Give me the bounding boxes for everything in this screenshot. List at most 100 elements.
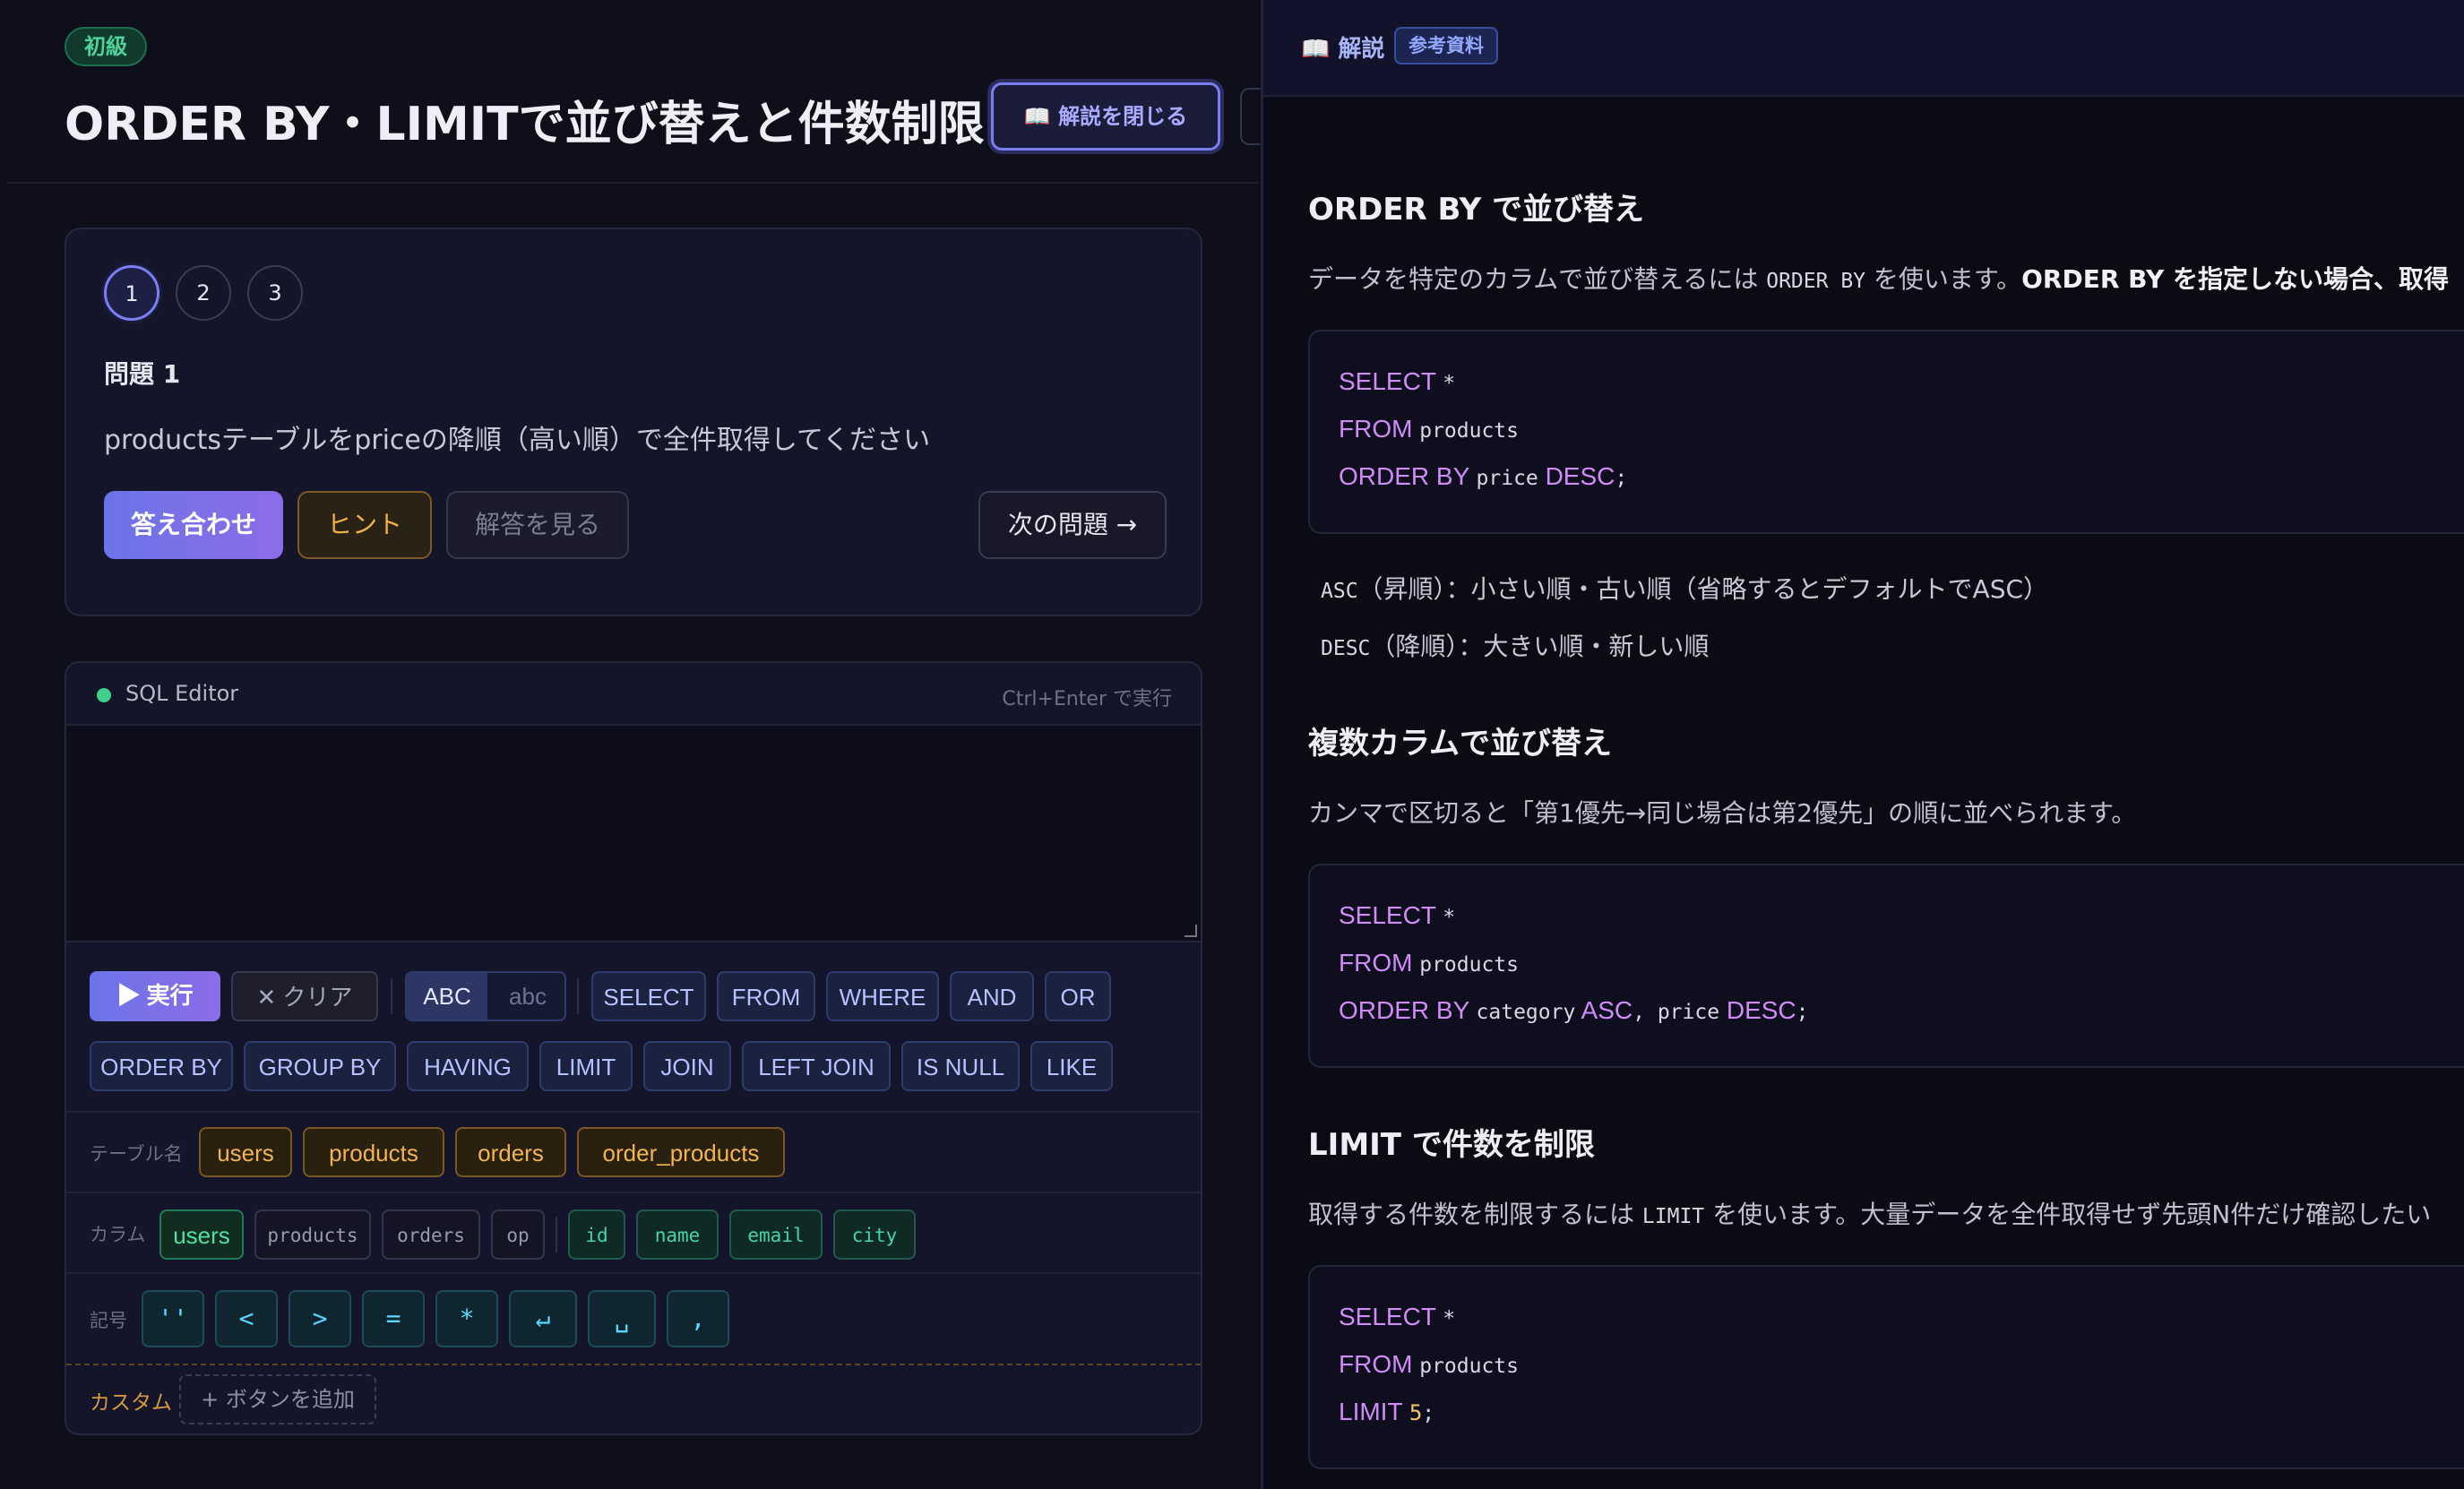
- symbol-equals-button[interactable]: =: [362, 1290, 425, 1347]
- page-title: ORDER BY・LIMITで並び替えと件数制限: [65, 98, 985, 151]
- symbol-less-than-button[interactable]: <: [215, 1290, 278, 1347]
- reference-badge: 参考資料: [1394, 27, 1498, 65]
- code-number: 5: [1409, 1400, 1423, 1425]
- keyword-and-button[interactable]: AND: [950, 971, 1034, 1021]
- code-block-multi-column: SELECT * FROM products ORDER BY category…: [1308, 864, 2464, 1068]
- keyword-is-null-button[interactable]: IS NULL: [901, 1041, 1020, 1091]
- code-token: , price: [1633, 1001, 1720, 1024]
- table-products-button[interactable]: products: [303, 1127, 444, 1177]
- code-line: ORDER BY category ASC, price DESC;: [1339, 996, 1809, 1025]
- question-title: 問題 1: [104, 359, 181, 389]
- code-keyword: FROM: [1339, 949, 1413, 977]
- column-name-button[interactable]: name: [636, 1209, 719, 1260]
- code-keyword: SELECT: [1339, 1303, 1436, 1330]
- column-table-products-tab[interactable]: products: [254, 1209, 371, 1260]
- paragraph-text: （降順）：大きい順・新しい順: [1370, 632, 1710, 661]
- code-line: FROM products: [1339, 415, 1519, 443]
- columns-label: カラム: [90, 1224, 146, 1245]
- step-3[interactable]: 3: [247, 265, 303, 321]
- step-1[interactable]: 1: [104, 265, 159, 321]
- explanation-panel: 📖 解説 参考資料 ORDER BY で並び替え データを特定のカラムで並び替え…: [1261, 0, 2464, 1489]
- section-text-limit: 取得する件数を制限するには LIMIT を使います。大量データを全件取得せず先頭…: [1308, 1195, 2431, 1231]
- code-keyword: DESC: [1545, 462, 1615, 490]
- keyword-select-button[interactable]: SELECT: [591, 971, 706, 1021]
- tables-label: テーブル名: [90, 1143, 183, 1165]
- clear-button[interactable]: ✕ クリア: [231, 971, 378, 1021]
- custom-label: カスタム: [90, 1391, 172, 1415]
- check-answer-button[interactable]: 答え合わせ: [104, 491, 283, 559]
- keyword-having-button[interactable]: HAVING: [407, 1041, 529, 1091]
- keyword-group-by-button[interactable]: GROUP BY: [244, 1041, 396, 1091]
- row-divider: [66, 1272, 1201, 1274]
- toolbar-divider: [577, 978, 579, 1014]
- case-toggle[interactable]: ABC abc: [405, 971, 566, 1021]
- close-explanation-button[interactable]: 📖 解説を閉じる: [991, 82, 1220, 151]
- run-button[interactable]: ▶ 実行: [90, 971, 220, 1021]
- step-2[interactable]: 2: [176, 265, 231, 321]
- code-keyword: ASC: [1581, 996, 1633, 1024]
- code-token: *: [1443, 906, 1456, 929]
- column-table-op-tab[interactable]: op: [491, 1209, 545, 1260]
- code-token: ;: [1422, 1402, 1435, 1425]
- code-keyword: LIMIT: [1339, 1398, 1403, 1425]
- keyword-where-button[interactable]: WHERE: [826, 971, 939, 1021]
- column-city-button[interactable]: city: [833, 1209, 916, 1260]
- code-token: ;: [1796, 1001, 1809, 1024]
- table-order-products-button[interactable]: order_products: [577, 1127, 785, 1177]
- keyword-like-button[interactable]: LIKE: [1030, 1041, 1113, 1091]
- show-answer-button[interactable]: 解答を見る: [446, 491, 629, 559]
- case-upper-option[interactable]: ABC: [407, 973, 487, 1020]
- code-line: ORDER BY price DESC;: [1339, 462, 1627, 491]
- code-token: price: [1476, 467, 1538, 490]
- editor-title: SQL Editor: [125, 681, 239, 706]
- keyword-order-by-button[interactable]: ORDER BY: [90, 1041, 233, 1091]
- custom-divider: [66, 1364, 1201, 1365]
- newline-icon[interactable]: ↵: [509, 1290, 577, 1347]
- symbol-comma-button[interactable]: ,: [667, 1290, 729, 1347]
- hint-button[interactable]: ヒント: [297, 491, 432, 559]
- code-token: *: [1443, 372, 1456, 395]
- run-shortcut-hint: Ctrl+Enter で実行: [1002, 688, 1172, 710]
- desc-description: DESC（降順）：大きい順・新しい順: [1321, 627, 1709, 663]
- code-token: *: [1443, 1307, 1456, 1330]
- keyword-or-button[interactable]: OR: [1045, 971, 1111, 1021]
- column-id-button[interactable]: id: [568, 1209, 625, 1260]
- sql-textarea[interactable]: [66, 726, 1201, 942]
- section-heading-multi-column: 複数カラムで並び替え: [1308, 726, 1612, 762]
- keyword-left-join-button[interactable]: LEFT JOIN: [742, 1041, 891, 1091]
- row-divider: [66, 1192, 1201, 1193]
- next-question-button[interactable]: 次の問題 →: [978, 491, 1167, 559]
- symbol-asterisk-button[interactable]: *: [435, 1290, 498, 1347]
- column-table-users-tab[interactable]: users: [159, 1209, 244, 1260]
- code-line: LIMIT 5;: [1339, 1398, 1434, 1426]
- table-users-button[interactable]: users: [199, 1127, 292, 1177]
- code-token: products: [1419, 953, 1519, 977]
- code-token: products: [1419, 1355, 1519, 1378]
- inline-code: LIMIT: [1641, 1205, 1705, 1228]
- asc-description: ASC（昇順）：小さい順・古い順（省略するとデフォルトでASC）: [1321, 570, 2048, 606]
- code-token: category: [1476, 1001, 1576, 1024]
- code-block-limit: SELECT * FROM products LIMIT 5;: [1308, 1265, 2464, 1469]
- keyword-from-button[interactable]: FROM: [717, 971, 815, 1021]
- sql-editor: SQL Editor Ctrl+Enter で実行 ▶ 実行 ✕ クリア ABC…: [65, 661, 1202, 1435]
- question-text: productsテーブルをpriceの降順（高い順）で全件取得してください: [104, 425, 931, 456]
- add-custom-button[interactable]: + ボタンを追加: [179, 1374, 376, 1424]
- column-email-button[interactable]: email: [729, 1209, 823, 1260]
- column-table-orders-tab[interactable]: orders: [382, 1209, 480, 1260]
- symbol-quote-button[interactable]: '': [142, 1290, 204, 1347]
- code-keyword: SELECT: [1339, 367, 1436, 395]
- code-keyword: ORDER BY: [1339, 996, 1469, 1024]
- paragraph-text: データを特定のカラムで並び替えるには: [1308, 264, 1759, 294]
- section-heading-order-by: ORDER BY で並び替え: [1308, 192, 1645, 228]
- resize-handle-icon[interactable]: [1185, 925, 1197, 937]
- keyword-join-button[interactable]: JOIN: [643, 1041, 731, 1091]
- code-keyword: SELECT: [1339, 901, 1436, 929]
- section-heading-limit: LIMIT で件数を制限: [1308, 1127, 1595, 1163]
- space-icon[interactable]: ␣: [588, 1290, 656, 1347]
- paragraph-text: を使います。: [1873, 264, 2022, 294]
- explanation-header: 📖 解説 参考資料: [1263, 0, 2464, 97]
- case-lower-option[interactable]: abc: [487, 973, 564, 1020]
- table-orders-button[interactable]: orders: [455, 1127, 566, 1177]
- symbol-greater-than-button[interactable]: >: [289, 1290, 351, 1347]
- keyword-limit-button[interactable]: LIMIT: [539, 1041, 633, 1091]
